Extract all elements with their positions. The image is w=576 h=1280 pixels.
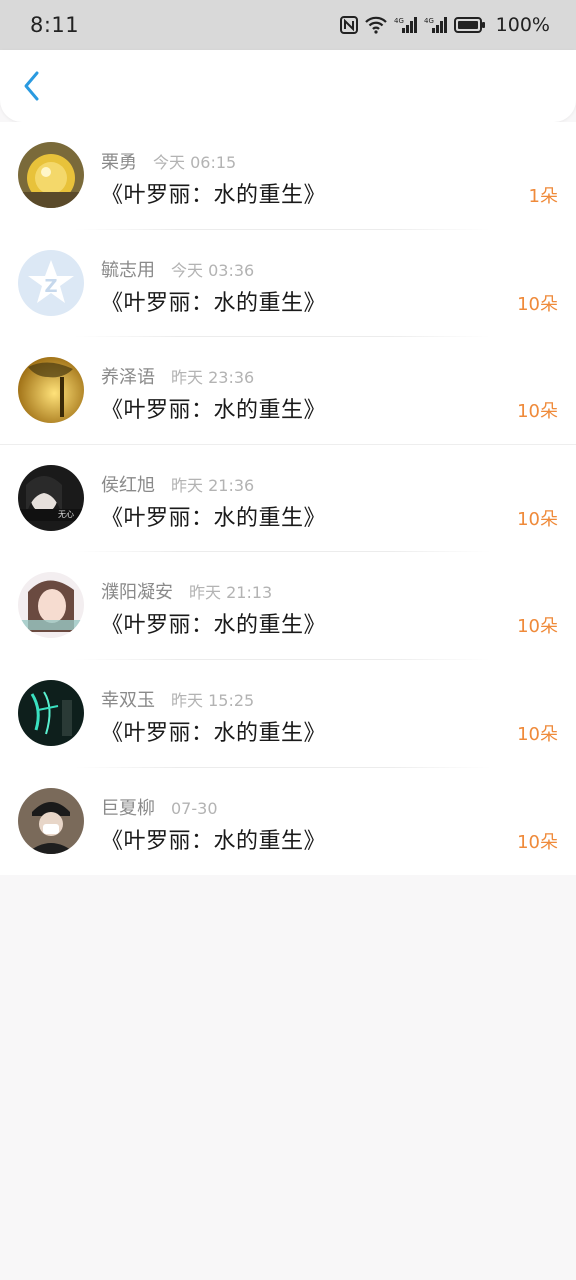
list-item[interactable]: 栗勇 今天 06:15 《叶罗丽：水的重生》 1朵	[0, 122, 576, 230]
avatar	[18, 787, 84, 854]
book-title: 《叶罗丽：水的重生》	[101, 398, 327, 424]
avatar	[18, 357, 84, 424]
battery-percent: 100%	[495, 14, 550, 36]
gift-count: 10朵	[517, 401, 558, 423]
gift-time: 昨天 23:36	[171, 368, 255, 388]
gift-count: 10朵	[517, 616, 558, 638]
gift-count: 1朵	[528, 186, 558, 207]
chevron-left-icon	[22, 70, 42, 106]
list-item[interactable]: 幸双玉 昨天 15:25 《叶罗丽：水的重生》 10朵	[0, 660, 576, 768]
user-name: 巨夏柳	[101, 797, 155, 819]
avatar	[18, 142, 84, 208]
name-line: 巨夏柳 07-30	[101, 794, 218, 820]
gift-time: 今天 03:36	[171, 260, 255, 280]
avatar-caption: 无心	[58, 510, 74, 519]
user-name: 幸双玉	[101, 689, 155, 711]
battery-icon	[453, 16, 486, 34]
nav-bar	[0, 50, 576, 122]
signal-2-icon: 4G	[424, 16, 448, 34]
user-name: 濮阳凝安	[101, 582, 173, 604]
avatar: Z	[18, 249, 84, 316]
svg-text:4G: 4G	[424, 17, 434, 25]
list-item[interactable]: 巨夏柳 07-30 《叶罗丽：水的重生》 10朵	[0, 768, 576, 876]
list-item[interactable]: Z 毓志用 今天 03:36 《叶罗丽：水的重生》 10朵	[0, 230, 576, 338]
nfc-icon	[339, 16, 358, 34]
gift-time: 07-30	[171, 798, 218, 818]
svg-text:4G: 4G	[394, 17, 404, 25]
name-line: 濮阳凝安 昨天 21:13	[101, 578, 272, 604]
list-item[interactable]: 无心 侯红旭 昨天 21:36 《叶罗丽：水的重生》 10朵	[0, 445, 576, 553]
status-bar: 8:11 4G 4G 100%	[0, 0, 576, 50]
user-name: 侯红旭	[101, 474, 155, 496]
user-name: 栗勇	[101, 152, 137, 173]
back-button[interactable]	[14, 68, 50, 108]
list-item[interactable]: 濮阳凝安 昨天 21:13 《叶罗丽：水的重生》 10朵	[0, 552, 576, 660]
gift-count: 10朵	[517, 831, 558, 853]
user-name: 养泽语	[101, 367, 155, 389]
book-title: 《叶罗丽：水的重生》	[101, 720, 327, 746]
avatar	[18, 572, 84, 639]
gift-count: 10朵	[517, 723, 558, 745]
avatar: 无心	[18, 464, 84, 531]
name-line: 幸双玉 昨天 15:25	[101, 686, 254, 712]
book-title: 《叶罗丽：水的重生》	[101, 183, 327, 208]
svg-text:Z: Z	[44, 276, 57, 297]
user-name: 毓志用	[101, 259, 155, 281]
gift-time: 昨天 21:13	[189, 583, 273, 603]
name-line: 栗勇 今天 06:15	[101, 148, 236, 174]
book-title: 《叶罗丽：水的重生》	[101, 828, 327, 854]
gift-time: 今天 06:15	[153, 153, 237, 172]
status-time: 8:11	[30, 13, 80, 37]
gift-count: 10朵	[517, 293, 558, 315]
avatar	[18, 679, 84, 746]
name-line: 侯红旭 昨天 21:36	[101, 471, 254, 497]
gift-count: 10朵	[517, 508, 558, 530]
status-icons: 4G 4G 100%	[339, 14, 550, 36]
name-line: 毓志用 今天 03:36	[101, 256, 254, 282]
signal-1-icon: 4G	[394, 16, 418, 34]
wifi-icon	[364, 16, 388, 34]
gift-time: 昨天 15:25	[171, 690, 255, 710]
list-item[interactable]: 养泽语 昨天 23:36 《叶罗丽：水的重生》 10朵	[0, 337, 576, 445]
name-line: 养泽语 昨天 23:36	[101, 363, 254, 389]
book-title: 《叶罗丽：水的重生》	[101, 613, 327, 639]
gift-time: 昨天 21:36	[171, 475, 255, 495]
book-title: 《叶罗丽：水的重生》	[101, 290, 327, 316]
gift-record-list: 栗勇 今天 06:15 《叶罗丽：水的重生》 1朵 Z 毓志用 今天 03:36…	[0, 122, 576, 876]
book-title: 《叶罗丽：水的重生》	[101, 505, 327, 531]
